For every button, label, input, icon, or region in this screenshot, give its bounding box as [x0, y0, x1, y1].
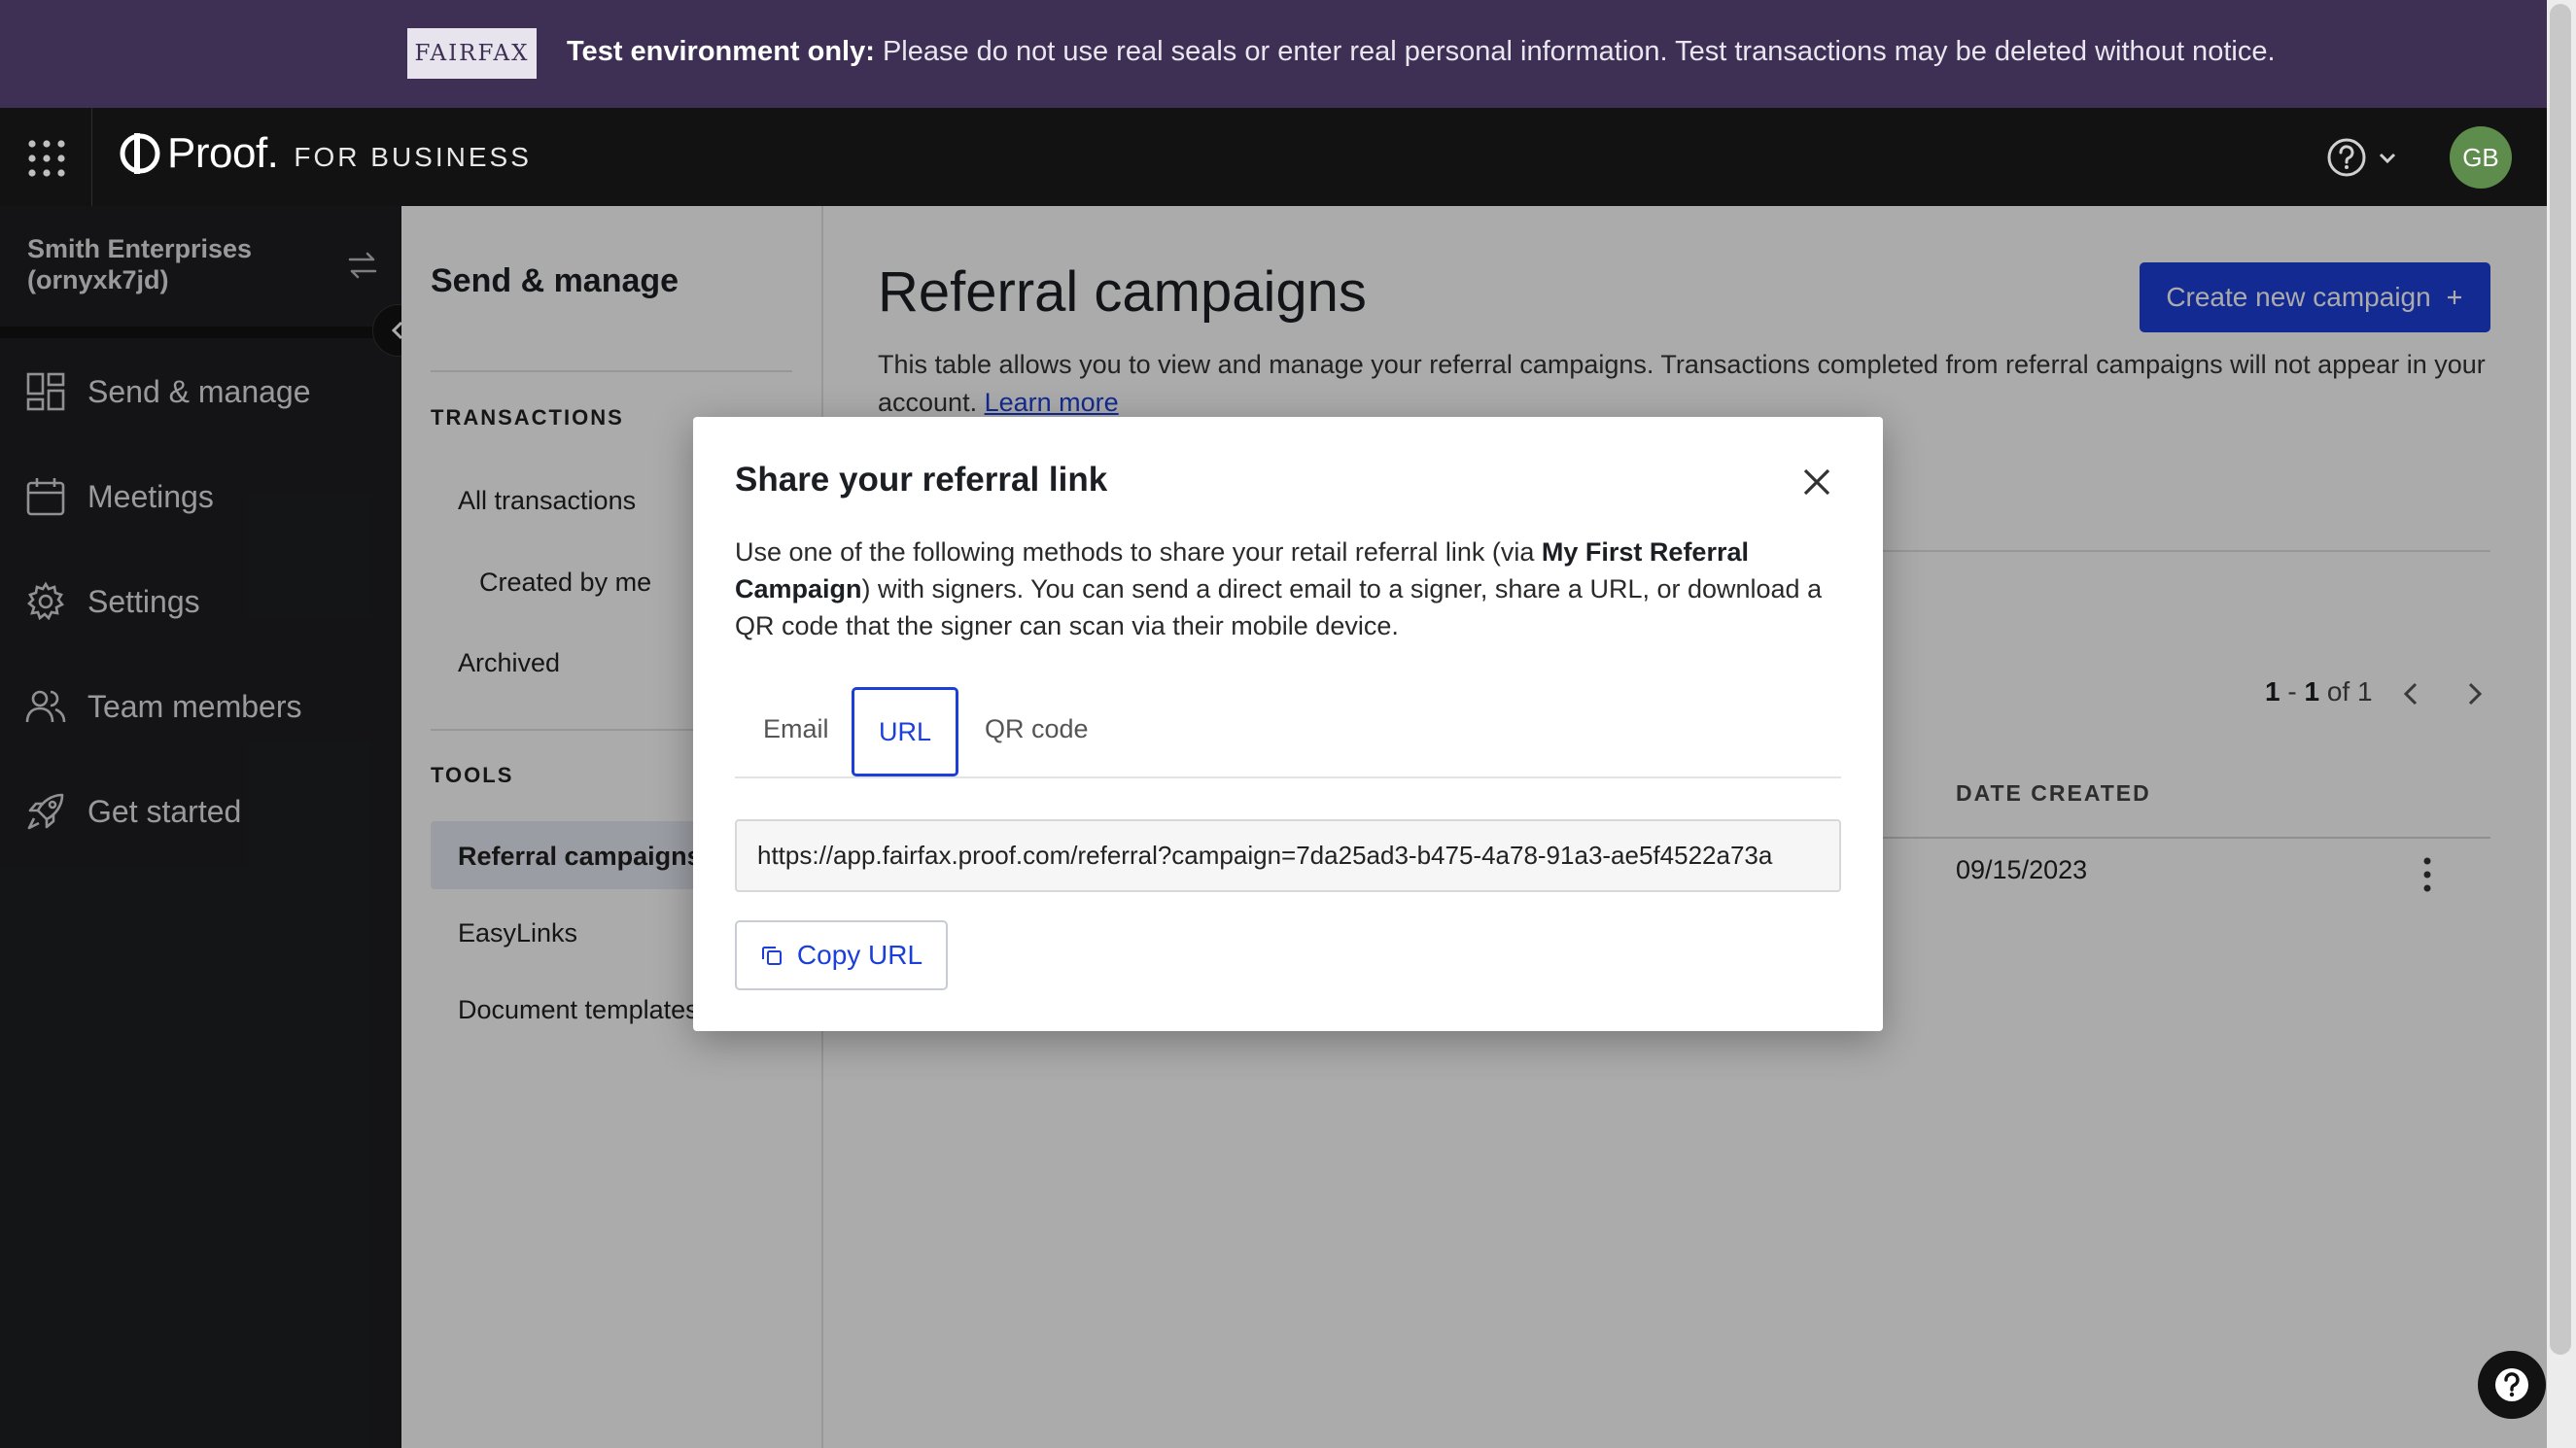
tabs-divider	[735, 776, 1841, 778]
brand-subtitle: FOR BUSINESS	[294, 142, 532, 172]
brand-name: Proof.	[167, 129, 279, 177]
copy-icon	[761, 947, 782, 965]
help-icon	[2495, 1368, 2528, 1401]
top-bar-divider	[91, 108, 92, 206]
copy-url-label: Copy URL	[796, 940, 923, 970]
dialog-description: Use one of the following methods to shar…	[735, 534, 1833, 644]
fairfax-logo: FAIRFAX	[407, 28, 537, 79]
scrollbar-thumb[interactable]	[2550, 4, 2571, 1355]
help-chat-button[interactable]	[2478, 1351, 2546, 1419]
dialog-desc-prefix: Use one of the following methods to shar…	[735, 537, 1542, 567]
copy-url-button[interactable]: Copy URL	[735, 920, 948, 990]
dialog-desc-suffix: ) with signers. You can send a direct em…	[735, 574, 1823, 640]
referral-url-field[interactable]	[735, 819, 1841, 892]
help-circle-icon	[2327, 138, 2366, 177]
user-avatar[interactable]: GB	[2450, 126, 2512, 189]
banner-strong-text: Test environment only:	[567, 36, 875, 67]
chevron-down-icon	[2379, 153, 2396, 164]
tab-email[interactable]: Email	[763, 714, 829, 744]
banner-text: Please do not use real seals or enter re…	[874, 36, 2276, 67]
apps-grid-icon[interactable]	[27, 139, 66, 178]
dialog-title: Share your referral link	[735, 461, 1108, 499]
close-icon[interactable]	[1799, 465, 1834, 500]
proof-logo[interactable]: Proof. FOR BUSINESS	[119, 129, 532, 178]
tab-url[interactable]: URL	[852, 687, 958, 776]
tab-qr-code[interactable]: QR code	[985, 714, 1089, 744]
banner-message: Test environment only: Please do not use…	[567, 36, 2276, 68]
proof-mark-icon	[120, 133, 160, 174]
help-menu-button[interactable]	[2326, 137, 2404, 178]
